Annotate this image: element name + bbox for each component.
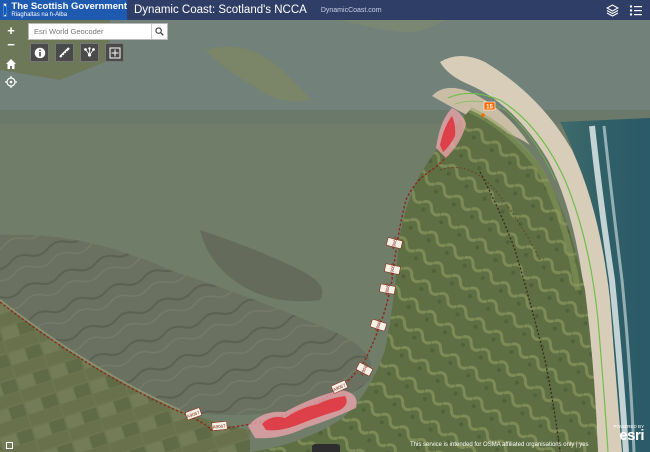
page-title: Dynamic Coast: Scotland's NCCA — [134, 4, 307, 16]
share-button[interactable] — [80, 43, 99, 62]
home-icon — [6, 59, 16, 69]
zoom-in-button[interactable]: + — [4, 24, 18, 38]
info-icon — [34, 47, 45, 58]
search-button[interactable] — [151, 24, 167, 39]
geocoder-search — [28, 23, 168, 40]
expand-icon — [109, 47, 120, 58]
org-name: The Scottish Government — [11, 0, 127, 12]
ruler-icon — [59, 47, 70, 58]
zoom-out-button[interactable]: − — [4, 38, 18, 52]
locate-icon — [5, 76, 17, 88]
map-app: A9067 A9067 A9067 A9067 A9067 A9067 A906… — [0, 0, 650, 452]
attribution-text: This service is intended for OSMA affili… — [410, 442, 589, 448]
legend-list-icon[interactable] — [628, 2, 644, 18]
org-gaelic-name: Riaghaltas na h-Alba — [11, 12, 68, 19]
search-icon — [155, 27, 164, 36]
app-header: The Scottish Government Riaghaltas na h-… — [0, 0, 650, 20]
map-marker-label: 15 — [486, 105, 493, 111]
panel-toggle-tab[interactable] — [312, 444, 340, 452]
locate-button[interactable] — [4, 76, 18, 90]
fullscreen-button[interactable] — [105, 43, 124, 62]
layers-icon[interactable] — [604, 2, 620, 18]
site-link[interactable]: DynamicCoast.com — [321, 7, 382, 14]
esri-wordmark: esri — [619, 427, 644, 444]
measure-button[interactable] — [55, 43, 74, 62]
overview-toggle[interactable] — [6, 442, 13, 449]
info-button[interactable] — [30, 43, 49, 62]
scottish-government-logo[interactable]: The Scottish Government Riaghaltas na h-… — [0, 0, 127, 20]
esri-logo[interactable]: POWERED BY esri — [613, 424, 644, 443]
search-input[interactable] — [29, 24, 151, 39]
satellite-map[interactable]: A9067 A9067 A9067 A9067 A9067 A9067 A906… — [0, 0, 650, 452]
saltire-flag-icon — [3, 3, 8, 17]
home-button[interactable] — [4, 58, 18, 72]
share-icon — [84, 47, 95, 57]
